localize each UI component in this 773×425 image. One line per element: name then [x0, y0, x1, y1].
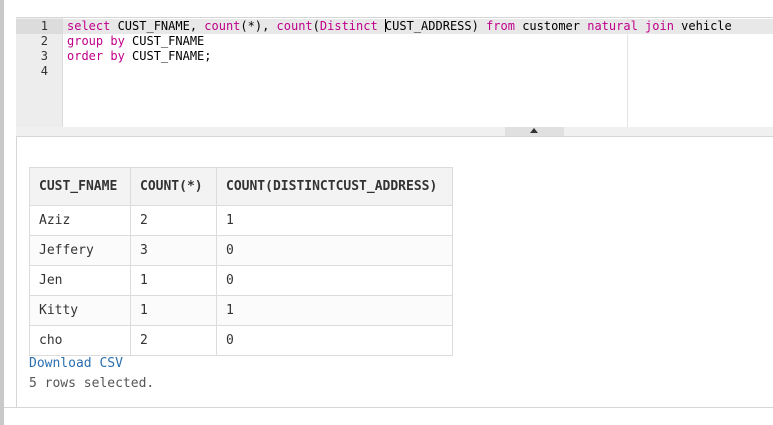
- table-row: Jen 1 0: [29, 265, 453, 296]
- table-cell: 1: [130, 295, 217, 326]
- table-cell: Jeffery: [29, 235, 131, 266]
- table-row: Jeffery 3 0: [29, 235, 453, 266]
- table-row: Kitty 1 1: [29, 295, 453, 326]
- sql-keyword: natural: [587, 19, 638, 33]
- sql-keyword: count: [204, 19, 241, 33]
- table-cell: 3: [130, 235, 217, 266]
- sql-text: vehicle: [673, 19, 732, 33]
- table-cell: 1: [216, 295, 453, 326]
- results-table: CUST_FNAME COUNT(*) COUNT(DISTINCTCUST_A…: [29, 167, 453, 356]
- pane-splitter[interactable]: [16, 127, 773, 137]
- sql-keyword: Distinct: [319, 19, 378, 33]
- sql-text: CUST_FNAME: [124, 34, 205, 48]
- sql-editor[interactable]: 1 2 3 4 select CUST_FNAME, count(*), cou…: [16, 17, 773, 128]
- table-cell: Aziz: [29, 205, 131, 236]
- sql-keyword: group by: [67, 34, 125, 48]
- sql-keyword: from: [486, 19, 515, 33]
- table-row: cho 2 0: [29, 325, 453, 356]
- code-line: group by CUST_FNAME: [67, 34, 732, 49]
- sql-text: CUST_FNAME;: [124, 49, 212, 63]
- line-number: 2: [40, 34, 48, 48]
- sql-text: (: [312, 19, 320, 33]
- code-content[interactable]: select CUST_FNAME, count(*), count(Disti…: [67, 19, 732, 79]
- column-header-count: COUNT(*): [130, 167, 217, 206]
- line-number: 4: [40, 64, 48, 78]
- sql-text: customer: [514, 19, 588, 33]
- line-number-gutter: 1 2 3 4: [16, 18, 63, 128]
- left-border: [0, 0, 4, 425]
- table-cell: 2: [130, 325, 217, 356]
- sql-keyword: join: [645, 19, 674, 33]
- results-pane: CUST_FNAME COUNT(*) COUNT(DISTINCTCUST_A…: [16, 137, 773, 407]
- sql-text: CUST_FNAME,: [110, 19, 205, 33]
- table-cell: 1: [130, 265, 217, 296]
- table-cell: 0: [216, 235, 453, 266]
- chevron-up-icon: [530, 128, 538, 133]
- table-cell: Jen: [29, 265, 131, 296]
- table-header-row: CUST_FNAME COUNT(*) COUNT(DISTINCTCUST_A…: [29, 167, 453, 206]
- table-row: Aziz 2 1: [29, 205, 453, 236]
- code-line: select CUST_FNAME, count(*), count(Disti…: [67, 19, 732, 34]
- table-cell: Kitty: [29, 295, 131, 326]
- sql-keyword: select: [67, 19, 111, 33]
- table-cell: 0: [216, 325, 453, 356]
- sql-keyword: order by: [67, 49, 125, 63]
- table-cell: cho: [29, 325, 131, 356]
- rows-selected-status: 5 rows selected.: [29, 376, 155, 391]
- column-header-count-distinct-address: COUNT(DISTINCTCUST_ADDRESS): [216, 167, 453, 206]
- sql-keyword: count: [276, 19, 313, 33]
- code-line: order by CUST_FNAME;: [67, 49, 732, 64]
- collapse-toggle-button[interactable]: [505, 127, 564, 136]
- table-cell: 1: [216, 205, 453, 236]
- table-cell: 0: [216, 265, 453, 296]
- table-cell: 2: [130, 205, 217, 236]
- bottom-divider: [4, 407, 773, 408]
- line-number: 3: [40, 49, 48, 63]
- download-csv-link[interactable]: Download CSV: [29, 356, 123, 371]
- line-number: 1: [40, 19, 48, 33]
- column-header-cust-fname: CUST_FNAME: [29, 167, 131, 206]
- sql-text: (*),: [240, 19, 277, 33]
- sql-text: CUST_ADDRESS): [384, 19, 487, 33]
